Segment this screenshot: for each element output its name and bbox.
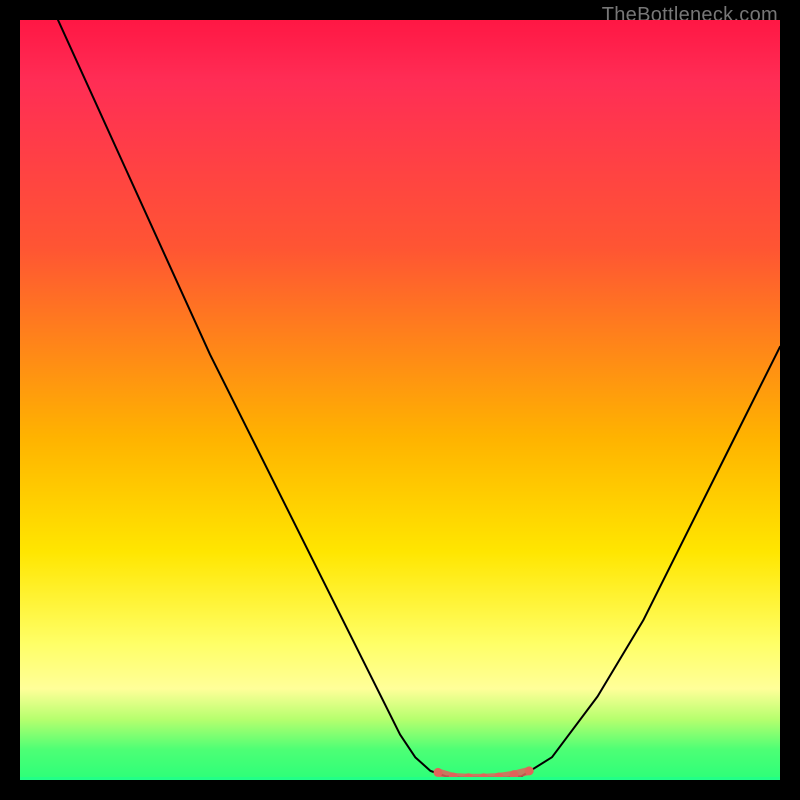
chart-frame: TheBottleneck.com — [0, 0, 800, 800]
bottleneck-curve — [20, 20, 780, 780]
plot-area — [20, 20, 780, 780]
marker-dot — [525, 766, 534, 775]
curve-path — [58, 20, 780, 778]
baseline-edge — [20, 777, 780, 780]
marker-dot — [434, 768, 443, 777]
